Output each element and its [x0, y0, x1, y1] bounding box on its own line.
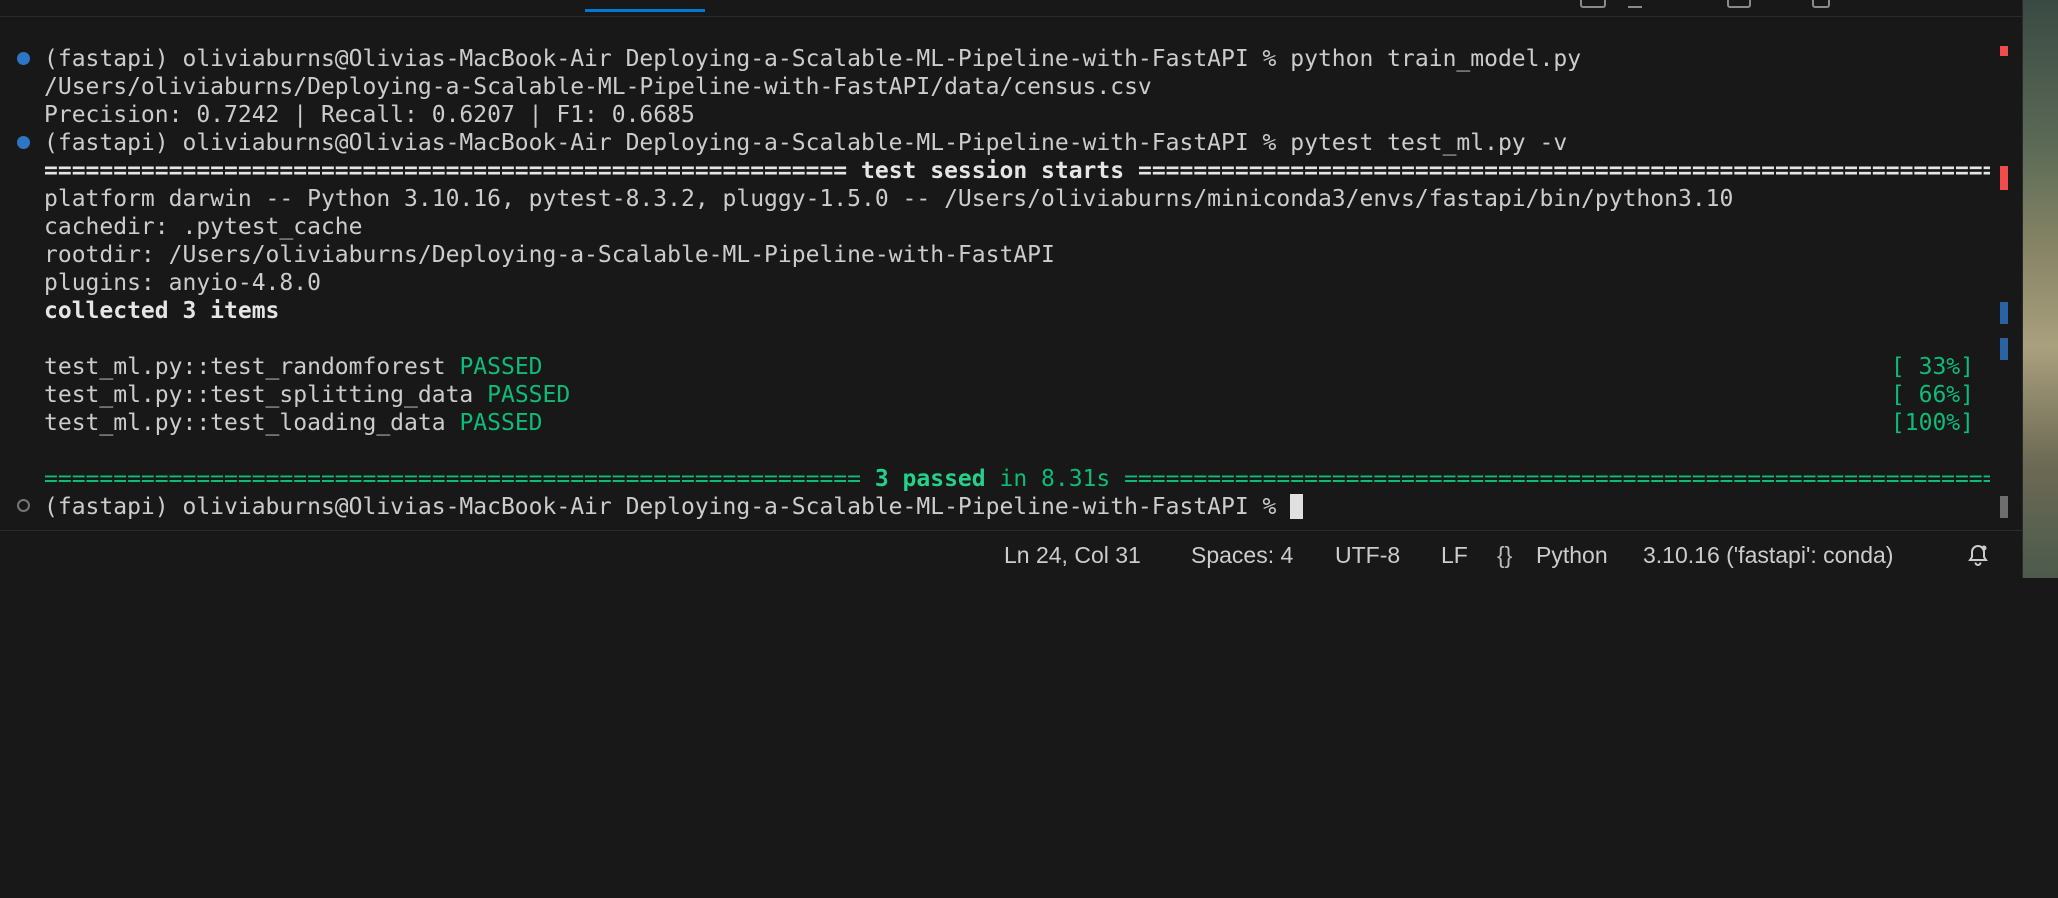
terminal-line-plugins: plugins: anyio-4.8.0 — [44, 270, 321, 296]
vscode-window: (fastapi) oliviaburns@Olivias-MacBook-Ai… — [0, 0, 2023, 579]
new-terminal-icon[interactable] — [1580, 0, 1606, 8]
test-status: PASSED — [459, 410, 543, 436]
status-python-interpreter[interactable]: 3.10.16 ('fastapi': conda) — [1643, 531, 1893, 579]
shell-prompt: (fastapi) oliviaburns@Olivias-MacBook-Ai… — [44, 46, 1291, 72]
test-progress: [100%] — [1890, 410, 1974, 436]
test-progress: [ 66%] — [1890, 382, 1974, 408]
terminal-line-rootdir: rootdir: /Users/oliviaburns/Deploying-a-… — [44, 242, 1055, 268]
session-header-title: test session starts — [861, 158, 1125, 184]
overview-info-marker[interactable] — [2000, 338, 2008, 360]
terminal-line-4: (fastapi) oliviaburns@Olivias-MacBook-Ai… — [44, 129, 1567, 157]
desktop-background — [2022, 0, 2058, 578]
terminal-line-collected: collected 3 items — [44, 298, 280, 324]
status-language-mode[interactable]: Python — [1536, 531, 1608, 579]
command-pending-decoration-icon[interactable] — [17, 499, 30, 512]
test-name: test_ml.py::test_splitting_data — [44, 382, 474, 408]
terminal-line-2: /Users/oliviaburns/Deploying-a-Scalable-… — [44, 74, 1152, 100]
braces-icon: {} — [1497, 542, 1513, 568]
status-encoding[interactable]: UTF-8 — [1335, 531, 1400, 579]
test-status: PASSED — [459, 354, 543, 380]
test-result-row: test_ml.py::test_loading_data PASSED — [44, 409, 543, 437]
terminal-line-3: Precision: 0.7242 | Recall: 0.6207 | F1:… — [44, 102, 695, 128]
command-success-decoration-icon[interactable] — [17, 52, 30, 65]
session-header-rule: ========================================… — [44, 158, 1990, 184]
terminal-line-active-prompt[interactable]: (fastapi) oliviaburns@Olivias-MacBook-Ai… — [44, 493, 1304, 521]
terminal-output[interactable]: (fastapi) oliviaburns@Olivias-MacBook-Ai… — [0, 40, 2000, 530]
summary-duration: in 8.31s — [985, 466, 1125, 492]
status-bar: Ln 24, Col 31 Spaces: 4 UTF-8 LF {} Pyth… — [0, 530, 2022, 579]
summary-rule: ========================================… — [44, 466, 1990, 492]
scrollbar-thumb[interactable] — [2000, 496, 2008, 518]
test-status: PASSED — [487, 382, 571, 408]
summary-passed-count: 3 passed — [874, 466, 986, 492]
test-result-row: test_ml.py::test_splitting_data PASSED — [44, 381, 570, 409]
shell-prompt: (fastapi) oliviaburns@Olivias-MacBook-Ai… — [44, 130, 1291, 156]
terminal-scrollbar[interactable] — [1993, 40, 2007, 532]
trash-icon[interactable] — [1812, 0, 1830, 8]
status-cursor-position[interactable]: Ln 24, Col 31 — [1004, 531, 1141, 579]
overview-error-marker[interactable] — [2000, 166, 2008, 190]
terminal-line-cachedir: cachedir: .pytest_cache — [44, 214, 363, 240]
shell-prompt: (fastapi) oliviaburns@Olivias-MacBook-Ai… — [44, 494, 1291, 520]
split-terminal-icon[interactable] — [1727, 0, 1751, 8]
shell-command: python train_model.py — [1290, 46, 1582, 72]
test-progress: [ 33%] — [1890, 354, 1974, 380]
status-line-ending[interactable]: LF — [1441, 531, 1468, 579]
split-separator-icon — [1628, 0, 1642, 8]
status-indentation[interactable]: Spaces: 4 — [1191, 531, 1293, 579]
command-success-decoration-icon[interactable] — [17, 136, 30, 149]
test-result-row: test_ml.py::test_randomforest PASSED — [44, 353, 543, 381]
bell-icon[interactable] — [1966, 543, 1990, 567]
overview-info-marker[interactable] — [2000, 302, 2008, 324]
shell-command: pytest test_ml.py -v — [1290, 130, 1568, 156]
terminal-line-1: (fastapi) oliviaburns@Olivias-MacBook-Ai… — [44, 45, 1581, 73]
panel-tab-strip — [0, 0, 2022, 17]
terminal-line-platform: platform darwin -- Python 3.10.16, pytes… — [44, 186, 1734, 212]
test-name: test_ml.py::test_loading_data — [44, 410, 446, 436]
overview-error-marker[interactable] — [2000, 46, 2008, 56]
test-name: test_ml.py::test_randomforest — [44, 354, 446, 380]
active-tab-indicator — [585, 9, 705, 12]
terminal-cursor — [1290, 494, 1304, 519]
